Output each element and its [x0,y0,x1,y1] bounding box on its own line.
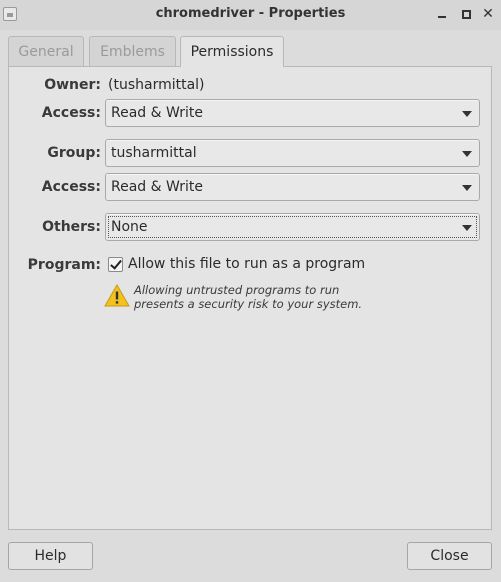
minimize-button[interactable] [434,6,450,22]
owner-access-select[interactable]: Read & Write [105,99,480,127]
window-title: chromedriver - Properties [155,6,346,21]
tab-emblems[interactable]: Emblems [89,36,176,66]
maximize-button[interactable] [458,6,474,22]
program-label: Program: [27,257,101,273]
help-button[interactable]: Help [8,542,93,570]
chevron-down-icon [462,185,472,191]
chevron-down-icon [462,111,472,117]
group-access-label: Access: [41,179,101,195]
run-as-program-label[interactable]: Allow this file to run as a program [128,256,365,272]
warning-line-2: presents a security risk to your system. [134,297,363,311]
owner-value: (tusharmittal) [108,77,205,93]
group-label: Group: [47,145,101,161]
group-select[interactable]: tusharmittal [105,139,480,167]
close-window-button[interactable]: ✕ [480,6,496,22]
close-button[interactable]: Close [407,542,492,570]
owner-access-label: Access: [41,105,101,121]
others-access-select[interactable]: None [105,213,480,241]
tab-general[interactable]: General [8,36,84,66]
title-bar[interactable]: chromedriver - Properties ✕ [0,0,501,30]
warning-icon [104,284,130,307]
run-as-program-checkbox[interactable] [108,257,123,272]
others-label: Others: [42,219,101,235]
security-warning: Allowing untrusted programs to run prese… [134,283,464,311]
minimize-icon [438,16,446,18]
maximize-icon [461,9,471,19]
chevron-down-icon [462,151,472,157]
chevron-down-icon [462,225,472,231]
group-access-select[interactable]: Read & Write [105,173,480,201]
owner-label: Owner: [44,77,101,93]
close-icon: ✕ [482,6,494,22]
tab-permissions[interactable]: Permissions [180,36,284,67]
warning-line-1: Allowing untrusted programs to run [134,283,340,297]
